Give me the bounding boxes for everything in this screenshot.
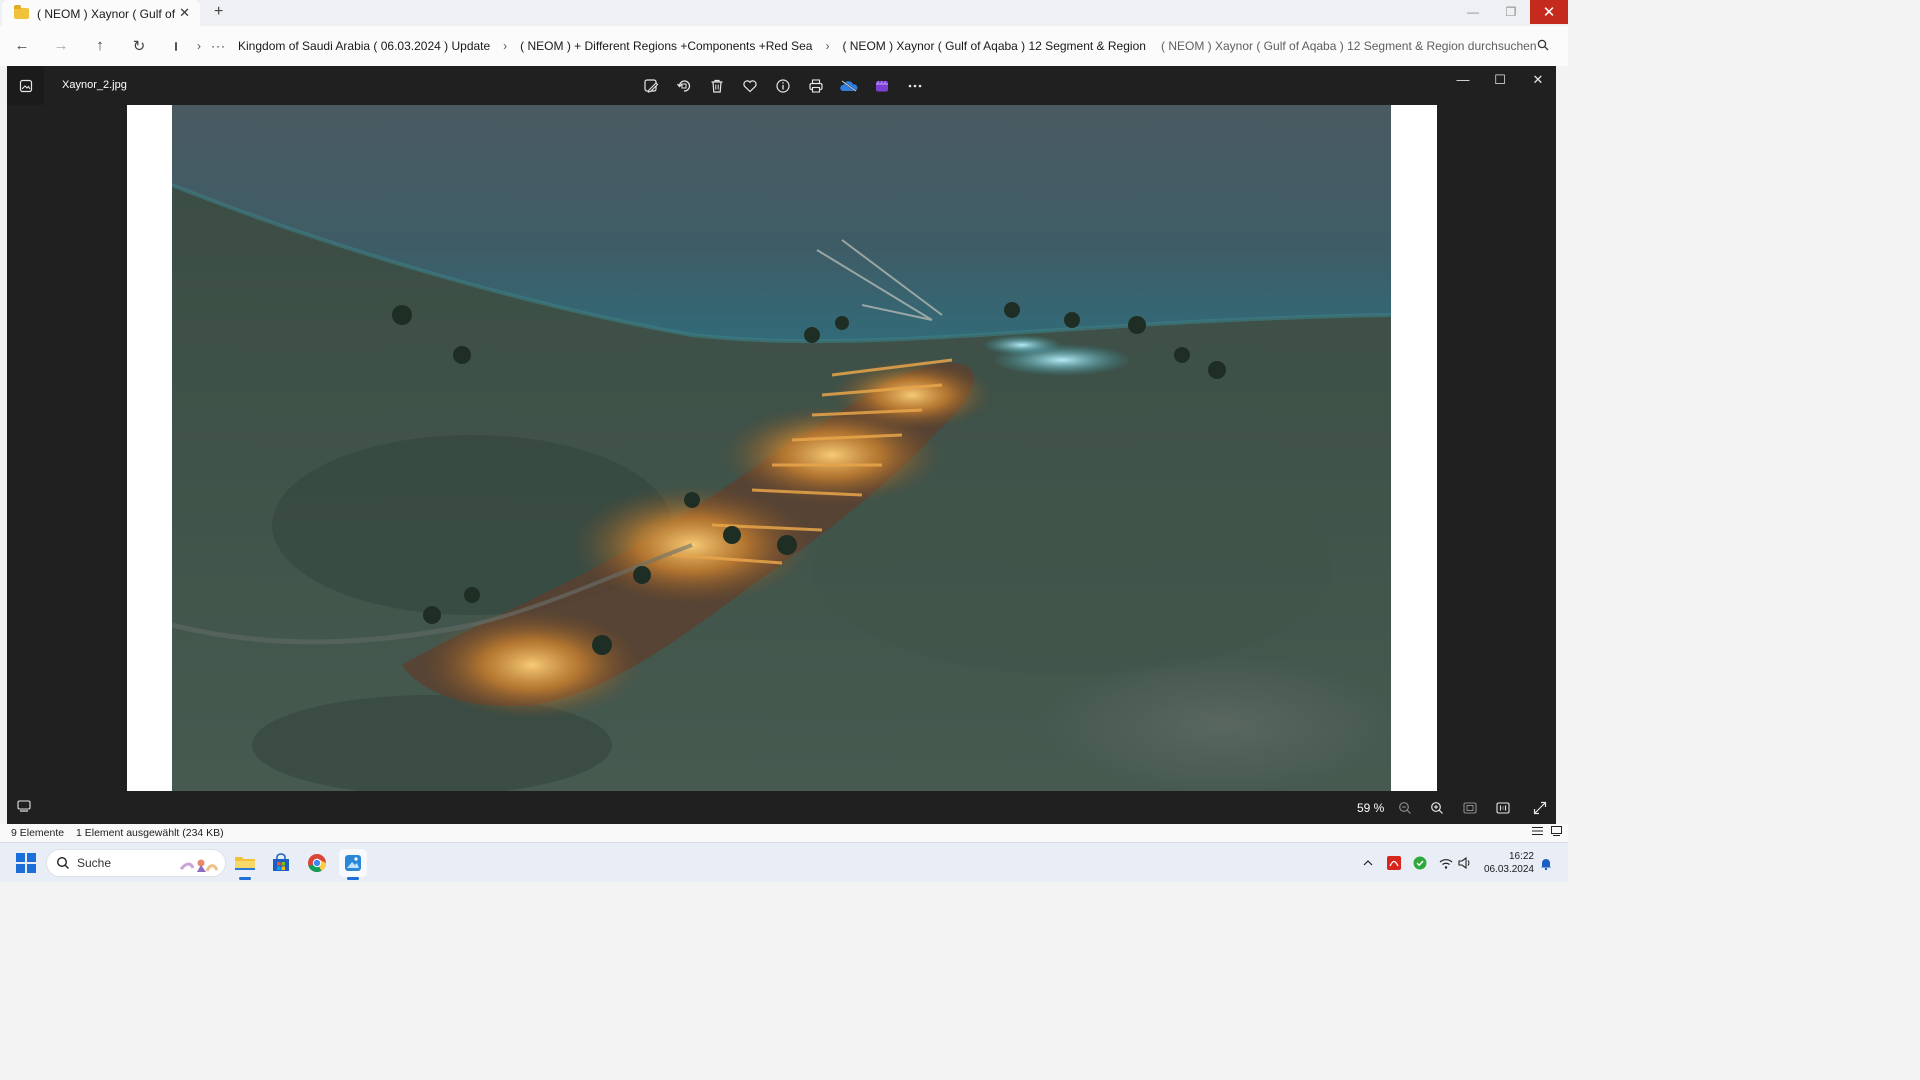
- refresh-button[interactable]: ↻: [129, 37, 149, 55]
- photos-app-icon: [7, 66, 44, 105]
- computer-icon[interactable]: [175, 41, 177, 51]
- explorer-window-controls: — ❐ ✕: [1454, 0, 1568, 24]
- onedrive-icon[interactable]: [839, 76, 859, 96]
- up-button[interactable]: ↑: [90, 37, 110, 54]
- active-indicator: [239, 877, 251, 880]
- folder-icon: [14, 5, 29, 19]
- favorite-icon[interactable]: [740, 76, 760, 96]
- full-screen-icon[interactable]: [1531, 799, 1549, 817]
- chevron-right-icon: ›: [825, 39, 830, 53]
- taskbar-search-label: Suche: [77, 856, 112, 870]
- microsoft-store-icon: [273, 853, 289, 871]
- chrome-taskbar-button[interactable]: [303, 849, 331, 877]
- viewer-bottom-bar: 59 %: [7, 791, 1556, 824]
- notification-bell-icon[interactable]: [1538, 855, 1554, 871]
- clock-time: 16:22: [1508, 851, 1534, 862]
- zoom-level: 59 %: [1357, 801, 1385, 815]
- file-explorer-icon: [235, 857, 255, 870]
- clipchamp-icon[interactable]: [872, 76, 892, 96]
- viewer-title-bar: Xaynor_2.jpg — ☐ ✕: [7, 66, 1556, 105]
- chevron-right-icon: ›: [503, 39, 508, 53]
- close-tab-icon[interactable]: ✕: [179, 5, 190, 21]
- file-name: Xaynor_2.jpg: [62, 79, 127, 91]
- selection-info: 1 Element ausgewählt (234 KB): [76, 827, 224, 839]
- zoom-out-icon[interactable]: [1396, 799, 1414, 817]
- breadcrumb-item[interactable]: ( NEOM ) Xaynor ( Gulf of Aqaba ) 12 Seg…: [842, 39, 1145, 53]
- back-button[interactable]: ←: [12, 37, 32, 54]
- photos-icon: [345, 855, 361, 871]
- chevron-right-icon: ›: [197, 39, 201, 53]
- acrobat-tray-icon[interactable]: [1386, 855, 1402, 871]
- address-row: ← → ↑ ↻ › ··· Kingdom of Saudi Arabia ( …: [0, 26, 1568, 66]
- info-icon[interactable]: [773, 76, 793, 96]
- view-switcher: [1532, 826, 1562, 836]
- search-input[interactable]: ( NEOM ) Xaynor ( Gulf of Aqaba ) 12 Seg…: [1151, 31, 1559, 61]
- viewer-minimize-button[interactable]: —: [1453, 72, 1473, 92]
- search-icon: [1537, 39, 1549, 51]
- more-icon[interactable]: [905, 76, 925, 96]
- file-explorer-taskbar-button[interactable]: [231, 849, 259, 880]
- explorer-tab[interactable]: ( NEOM ) Xaynor ( Gulf of Aqa ✕: [2, 0, 200, 27]
- delete-icon[interactable]: [707, 76, 727, 96]
- search-icon: [56, 856, 69, 869]
- breadcrumb-item[interactable]: ( NEOM ) + Different Regions +Components…: [520, 39, 812, 53]
- speaker-icon[interactable]: [1457, 855, 1473, 871]
- status-bar: 9 Elemente 1 Element ausgewählt (234 KB): [0, 824, 1568, 842]
- breadcrumb-item[interactable]: Kingdom of Saudi Arabia ( 06.03.2024 ) U…: [238, 39, 490, 53]
- taskbar-search[interactable]: Suche: [46, 849, 226, 877]
- search-highlight-icon: [179, 859, 219, 872]
- details-view-icon[interactable]: [1532, 826, 1543, 836]
- zoom-in-icon[interactable]: [1428, 799, 1446, 817]
- tiles-view-icon[interactable]: [1551, 826, 1562, 836]
- viewer-close-button[interactable]: ✕: [1528, 72, 1548, 92]
- item-count: 9 Elemente: [11, 827, 65, 839]
- breadcrumb[interactable]: › ··· Kingdom of Saudi Arabia ( 06.03.20…: [164, 31, 1146, 61]
- photos-taskbar-button[interactable]: [339, 849, 367, 880]
- search-placeholder: ( NEOM ) Xaynor ( Gulf of Aqaba ) 12 Seg…: [1161, 39, 1537, 53]
- active-indicator: [347, 877, 359, 880]
- clock-date: 06.03.2024: [1483, 864, 1534, 875]
- chrome-icon: [308, 854, 326, 873]
- photo-xaynor-render: [172, 105, 1391, 791]
- system-clock[interactable]: 16:22 06.03.2024: [1482, 850, 1534, 876]
- chevron-up-icon[interactable]: [1360, 855, 1376, 871]
- print-icon[interactable]: [806, 76, 826, 96]
- store-taskbar-button[interactable]: [267, 849, 295, 877]
- actual-size-icon[interactable]: [1494, 799, 1512, 817]
- wifi-icon[interactable]: [1438, 855, 1454, 871]
- fit-to-window-icon[interactable]: [1461, 799, 1479, 817]
- rotate-icon[interactable]: [674, 76, 694, 96]
- image-canvas[interactable]: [127, 105, 1437, 791]
- minimize-button[interactable]: —: [1454, 0, 1492, 24]
- viewer-toolbar: [641, 76, 925, 96]
- breadcrumb-overflow[interactable]: ···: [211, 39, 226, 53]
- new-tab-button[interactable]: +: [214, 3, 223, 21]
- explorer-tab-bar: ( NEOM ) Xaynor ( Gulf of Aqa ✕ + — ❐ ✕: [0, 0, 1568, 27]
- restore-button[interactable]: ❐: [1492, 0, 1530, 24]
- windows-start-icon[interactable]: [16, 853, 36, 873]
- taskbar: Suche 16:22 06.03.2024: [0, 842, 1568, 882]
- close-window-button[interactable]: ✕: [1530, 0, 1568, 24]
- security-tray-icon[interactable]: [1412, 855, 1428, 871]
- tab-title: ( NEOM ) Xaynor ( Gulf of Aqa: [37, 6, 177, 21]
- viewer-maximize-button[interactable]: ☐: [1490, 72, 1510, 92]
- forward-button[interactable]: →: [51, 37, 71, 54]
- edit-image-icon[interactable]: [641, 76, 661, 96]
- photo-viewer-window: Xaynor_2.jpg — ☐ ✕ 59 %: [7, 66, 1556, 824]
- filmstrip-icon[interactable]: [17, 800, 31, 812]
